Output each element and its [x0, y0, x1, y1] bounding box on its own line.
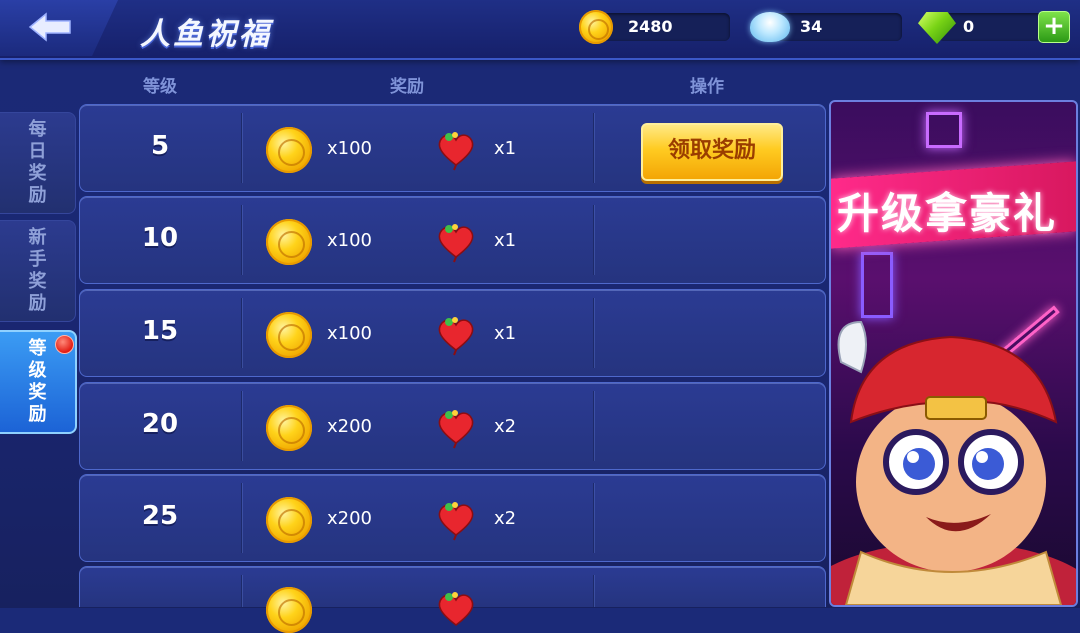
neon-block-decoration — [926, 112, 962, 148]
coin-icon — [579, 10, 613, 44]
back-arrow-icon — [28, 12, 71, 42]
row-divider — [241, 483, 242, 553]
character-illustration-icon — [831, 320, 1076, 605]
level-value: 5 — [150, 131, 170, 161]
tab-level-reward-label: 等级奖励 — [28, 338, 47, 425]
tab-daily-reward-label: 每日奖励 — [28, 119, 47, 206]
tab-level-reward[interactable]: 等级奖励 — [0, 330, 77, 434]
row-divider — [593, 113, 594, 183]
notification-dot-icon — [55, 335, 74, 354]
heart-quantity: x1 — [494, 323, 517, 344]
row-divider — [593, 483, 594, 553]
banner-title: 升级拿豪礼 — [837, 189, 1058, 238]
level-value: 20 — [141, 409, 179, 439]
coin-quantity: x100 — [327, 230, 373, 251]
row-divider — [241, 205, 242, 275]
table-row: 15 x100 x1 — [79, 289, 826, 377]
heart-quantity: x2 — [494, 508, 517, 529]
heart-balloon-icon — [438, 317, 474, 356]
row-divider — [241, 113, 242, 183]
column-header-reward: 奖励 — [390, 77, 424, 97]
coin-icon — [266, 127, 312, 173]
coin-icon — [266, 405, 312, 451]
heart-balloon-icon — [438, 224, 474, 263]
heart-quantity: x1 — [494, 138, 517, 159]
table-row: 20 x200 x2 — [79, 382, 826, 470]
heart-quantity: x2 — [494, 416, 517, 437]
gem-count: 0 — [963, 17, 975, 36]
row-divider — [241, 575, 242, 607]
row-divider — [593, 575, 594, 607]
row-divider — [593, 391, 594, 461]
page-title: 人鱼祝福 — [140, 17, 272, 52]
coin-icon — [266, 497, 312, 543]
row-divider — [241, 298, 242, 368]
tab-newbie-reward[interactable]: 新手奖励 — [0, 220, 76, 322]
coin-quantity: x100 — [327, 138, 373, 159]
coin-quantity: x200 — [327, 508, 373, 529]
tab-daily-reward[interactable]: 每日奖励 — [0, 112, 76, 214]
heart-balloon-icon — [438, 410, 474, 449]
coin-quantity: x100 — [327, 323, 373, 344]
column-header-level: 等级 — [143, 77, 177, 97]
heart-balloon-icon — [438, 132, 474, 171]
level-value: 15 — [141, 316, 179, 346]
table-row: 25 x200 x2 — [79, 474, 826, 562]
coin-quantity: x200 — [327, 416, 373, 437]
claim-reward-button[interactable]: 领取奖励 — [641, 123, 783, 181]
table-row: 10 x100 x1 — [79, 196, 826, 284]
shell-icon — [750, 12, 790, 42]
level-value: 10 — [141, 223, 179, 253]
table-row: 5 x100 x1 领取奖励 — [79, 104, 826, 192]
row-divider — [593, 298, 594, 368]
coin-icon — [266, 312, 312, 358]
table-row — [79, 566, 826, 633]
column-header-action: 操作 — [690, 77, 724, 97]
heart-quantity: x1 — [494, 230, 517, 251]
coin-icon — [266, 587, 312, 633]
row-divider — [593, 205, 594, 275]
row-divider — [241, 391, 242, 461]
coin-count: 2480 — [628, 17, 673, 36]
heart-balloon-icon — [438, 502, 474, 541]
add-gems-button[interactable]: + — [1038, 11, 1070, 43]
coin-icon — [266, 219, 312, 265]
top-bar: 人鱼祝福 2480 34 0 + — [0, 0, 1080, 60]
tab-newbie-reward-label: 新手奖励 — [28, 227, 47, 314]
heart-balloon-icon — [438, 592, 474, 626]
level-value: 25 — [141, 501, 179, 531]
shell-count: 34 — [800, 17, 823, 36]
promo-banner[interactable]: 升级拿豪礼 — [829, 100, 1078, 607]
back-button[interactable] — [0, 0, 118, 56]
